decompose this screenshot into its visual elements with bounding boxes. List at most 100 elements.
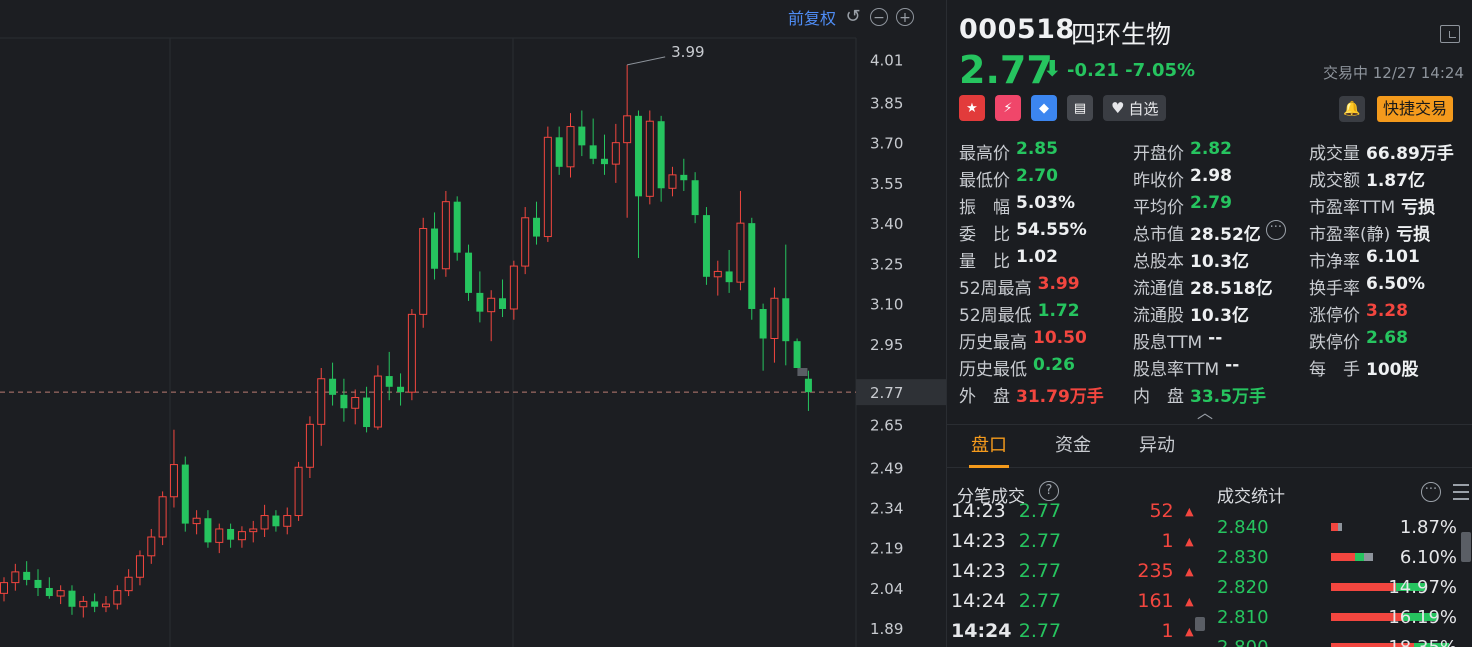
alert-bell-icon[interactable]: 🔔: [1339, 96, 1365, 122]
candle-body: [135, 555, 144, 578]
candle-body: [45, 587, 53, 597]
distribution-bar-segment: [1338, 523, 1342, 531]
tick-row: 14:23 2.77 235 ▲: [951, 556, 1199, 586]
stat-label: 流通值: [1133, 279, 1184, 299]
candle-body: [702, 215, 710, 277]
stat-value: 31.79万手: [1016, 387, 1104, 407]
tick-row: 14:24 2.77 1 ▲: [951, 616, 1199, 646]
candle-body: [181, 464, 189, 524]
stat-value: 3.28: [1366, 301, 1408, 321]
stat-label: 52周最低: [959, 306, 1032, 326]
stats-grid: 最高价 2.85 开盘价 2.82 成交量 66.89万手 最低价 2.70 昨收价 2.98 成交…: [959, 138, 1459, 408]
buy-arrow-icon: ▲: [1185, 504, 1194, 518]
stat-item: 股息TTM --: [1133, 328, 1309, 353]
stat-value: --: [1225, 355, 1240, 375]
y-tick-label: 3.85: [870, 94, 903, 112]
candle-body: [725, 271, 733, 283]
tick-time: 14:23: [951, 530, 1006, 552]
stat-item: 涨停价 3.28: [1309, 301, 1459, 326]
tab-capital[interactable]: 资金: [1031, 425, 1115, 467]
stat-item: 市盈率TTM 亏损: [1309, 193, 1459, 218]
kline-chart[interactable]: 4.01 3.85 3.70 3.55 3.40 3.25 3.10 2.95 2.77 2.65…: [0, 0, 946, 647]
stat-value: 66.89万手: [1366, 144, 1454, 164]
candle-body: [668, 174, 677, 189]
tab-orderbook[interactable]: 盘口: [947, 425, 1031, 468]
stat-label: 涨停价: [1309, 306, 1360, 326]
reset-icon[interactable]: ↺: [844, 8, 862, 26]
candle-body: [237, 531, 246, 541]
stat-label: 市盈率TTM: [1309, 198, 1396, 218]
stat-item: 流通值 28.518亿: [1133, 274, 1309, 299]
zoom-out-icon[interactable]: −: [870, 8, 889, 26]
candle-body: [227, 528, 235, 540]
down-arrow-icon: ⬇: [1043, 57, 1062, 82]
tick-time: 14:24: [951, 620, 1012, 642]
candle-body: [283, 515, 292, 527]
candle-body: [91, 601, 99, 607]
tab-bar: 盘口 资金 异动: [947, 424, 1472, 468]
stat-item: 内 盘 33.5万手: [1133, 382, 1309, 407]
stat-value: 10.50: [1033, 328, 1087, 348]
margin-trading-icon[interactable]: ⚡: [995, 95, 1021, 121]
stock-code: 000518: [959, 14, 1075, 45]
distribution-price: 2.820: [1217, 576, 1269, 598]
candle-body: [113, 590, 122, 605]
stats-row: 历史最高 10.50 股息TTM -- 跌停价 2.68: [959, 327, 1459, 354]
stat-item: 跌停价 2.68: [1309, 328, 1459, 353]
adjust-mode-button[interactable]: 前复权: [788, 5, 836, 29]
collapse-caret-icon[interactable]: ︿: [1197, 399, 1213, 423]
stat-item: 最低价 2.70: [959, 166, 1133, 191]
china-flag-icon[interactable]: ★: [959, 95, 985, 121]
candle-body: [476, 292, 484, 312]
stat-label: 内 盘: [1133, 387, 1184, 407]
stats-row: 量 比 1.02 总股本 10.3亿 市净率 6.101: [959, 246, 1459, 273]
candle-body: [215, 528, 224, 543]
stat-label: 历史最高: [959, 333, 1027, 353]
stat-item: 成交量 66.89万手: [1309, 139, 1459, 164]
stock-name: 四环生物: [1071, 20, 1172, 49]
candle-body: [634, 115, 642, 197]
stat-value: 1.72: [1037, 301, 1080, 321]
heart-icon: ♥: [1111, 99, 1125, 117]
candle-body: [385, 376, 393, 387]
stat-item: 总股本 10.3亿: [1133, 247, 1309, 272]
add-watchlist-label: 自选: [1128, 99, 1159, 118]
tick-trades-scrollbar[interactable]: [1195, 617, 1205, 631]
note-icon[interactable]: ▤: [1067, 95, 1093, 121]
panel-toggle-icon[interactable]: [1440, 25, 1460, 43]
candle-body: [509, 265, 518, 310]
candle-body: [34, 579, 42, 588]
kline-chart-panel[interactable]: 4.01 3.85 3.70 3.55 3.40 3.25 3.10 2.95 2.77 2.65…: [0, 0, 946, 647]
zoom-in-icon[interactable]: +: [896, 8, 915, 26]
candle-body: [294, 466, 303, 517]
candle-body: [453, 201, 461, 253]
stats-row: 振 幅 5.03% 平均价 2.79 市盈率TTM 亏损: [959, 192, 1459, 219]
current-price: 2.77: [959, 48, 1053, 92]
stat-item: 换手率 6.50%: [1309, 274, 1459, 299]
candle-body: [770, 297, 779, 339]
tick-volume: 161: [1137, 590, 1174, 612]
stat-value: 2.79: [1190, 193, 1232, 213]
volume-distribution-list[interactable]: 2.840 1.87% 2.830 6.10% 2.820 14.97% 2.810 16.1…: [1217, 512, 1457, 647]
volume-distribution-scrollbar[interactable]: [1461, 532, 1471, 562]
distribution-percent: 6.10%: [1399, 546, 1457, 568]
candle-body: [465, 252, 473, 293]
add-watchlist-button[interactable]: ♥ 自选: [1103, 95, 1167, 121]
tick-volume: 235: [1137, 560, 1174, 582]
candle-body: [578, 126, 586, 146]
candle-body: [260, 515, 269, 530]
stat-item: 平均价 2.79: [1133, 193, 1309, 218]
tab-alerts[interactable]: 异动: [1115, 425, 1199, 467]
stat-value: 1.02: [1016, 247, 1058, 267]
more-icon[interactable]: ···: [1265, 220, 1286, 240]
quick-trade-button[interactable]: 快捷交易: [1377, 96, 1454, 122]
distribution-row: 2.810 16.19%: [1217, 602, 1457, 632]
stat-item: 52周最高 3.99: [959, 274, 1133, 299]
list-view-icon[interactable]: [1453, 484, 1469, 500]
tick-trades-list[interactable]: 14:23 2.77 52 ▲ 14:23 2.77 1 ▲ 14:23 2.77 235 ▲ 14:2…: [951, 496, 1199, 646]
more-icon[interactable]: ···: [1421, 482, 1441, 502]
stat-value: --: [1208, 328, 1223, 348]
stat-item: 流通股 10.3亿: [1133, 301, 1309, 326]
badge-row: ★ ⚡ ◆ ▤ ♥ 自选: [959, 95, 1167, 121]
tag-icon[interactable]: ◆: [1031, 95, 1057, 121]
